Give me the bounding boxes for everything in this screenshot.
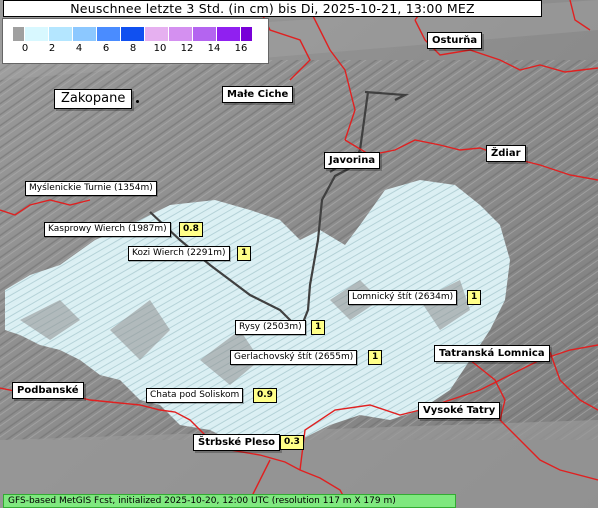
legend-swatch	[145, 27, 169, 41]
value-chata-pod-soliskom: 0.9	[253, 388, 277, 403]
value-kasprowy-wierch: 0.8	[179, 222, 203, 237]
peak-rysy[interactable]: Rysy (2503m)	[235, 320, 306, 335]
legend-tick-label: 12	[180, 43, 194, 54]
peak-myslenickie-turnie[interactable]: Myślenickie Turnie (1354m)	[25, 181, 157, 196]
terrain-map[interactable]	[0, 0, 598, 508]
legend-swatch	[25, 27, 49, 41]
legend-tick-label: 8	[129, 43, 137, 54]
place-vysoke-tatry[interactable]: Vysoké Tatry	[418, 402, 501, 419]
legend-swatch	[193, 27, 217, 41]
legend-color-bar	[13, 27, 253, 41]
legend-swatch	[97, 27, 121, 41]
legend-tick-label: 6	[102, 43, 110, 54]
legend-swatch	[241, 27, 253, 41]
legend-tick-label: 10	[153, 43, 167, 54]
peak-kozi-wierch[interactable]: Kozi Wierch (2291m)	[128, 246, 230, 261]
peak-lomnicky-stit[interactable]: Lomnický štít (2634m)	[348, 290, 458, 305]
place-strbske-pleso[interactable]: Štrbské Pleso	[193, 434, 281, 451]
map-title: Neuschnee letzte 3 Std. (in cm) bis Di, …	[3, 0, 542, 17]
legend-tick-label: 4	[75, 43, 83, 54]
value-strbske-pleso: 0.3	[280, 435, 304, 450]
legend-swatch	[217, 27, 241, 41]
value-rysy: 1	[311, 320, 326, 335]
legend-swatch	[121, 27, 145, 41]
legend-tick-label: 0	[21, 43, 29, 54]
place-zdiar[interactable]: Ždiar	[486, 145, 526, 162]
value-lomnicky-stit: 1	[467, 290, 482, 305]
place-zakopane[interactable]: Zakopane	[54, 89, 133, 109]
peak-kasprowy-wierch[interactable]: Kasprowy Wierch (1987m)	[44, 222, 171, 237]
place-tatranska-lomnica[interactable]: Tatranská Lomnica	[434, 345, 550, 362]
peak-gerlachovsky-stit[interactable]: Gerlachovský štít (2655m)	[230, 350, 358, 365]
place-male-ciche[interactable]: Małe Ciche	[222, 86, 294, 103]
legend-swatch	[73, 27, 97, 41]
place-podbanske[interactable]: Podbanské	[12, 382, 84, 399]
legend-tick-label: 16	[234, 43, 248, 54]
peak-chata-pod-soliskom[interactable]: Chata pod Soliskom	[146, 388, 244, 403]
marker-zakopane	[136, 100, 139, 103]
legend-ticks: 0 2 4 6 8 10 12 14 16	[3, 43, 268, 63]
place-javorina[interactable]: Javorina	[324, 152, 381, 169]
legend-swatch	[49, 27, 73, 41]
color-legend: 0 2 4 6 8 10 12 14 16	[2, 18, 269, 64]
legend-tick-label: 14	[207, 43, 221, 54]
place-osturna[interactable]: Osturňa	[427, 32, 483, 49]
legend-swatch	[169, 27, 193, 41]
legend-tick-label: 2	[48, 43, 56, 54]
forecast-info-footer: GFS-based MetGIS Fcst, initialized 2025-…	[3, 494, 456, 508]
legend-swatch	[13, 27, 25, 41]
value-kozi-wierch: 1	[237, 246, 252, 261]
value-gerlachovsky-stit: 1	[368, 350, 383, 365]
